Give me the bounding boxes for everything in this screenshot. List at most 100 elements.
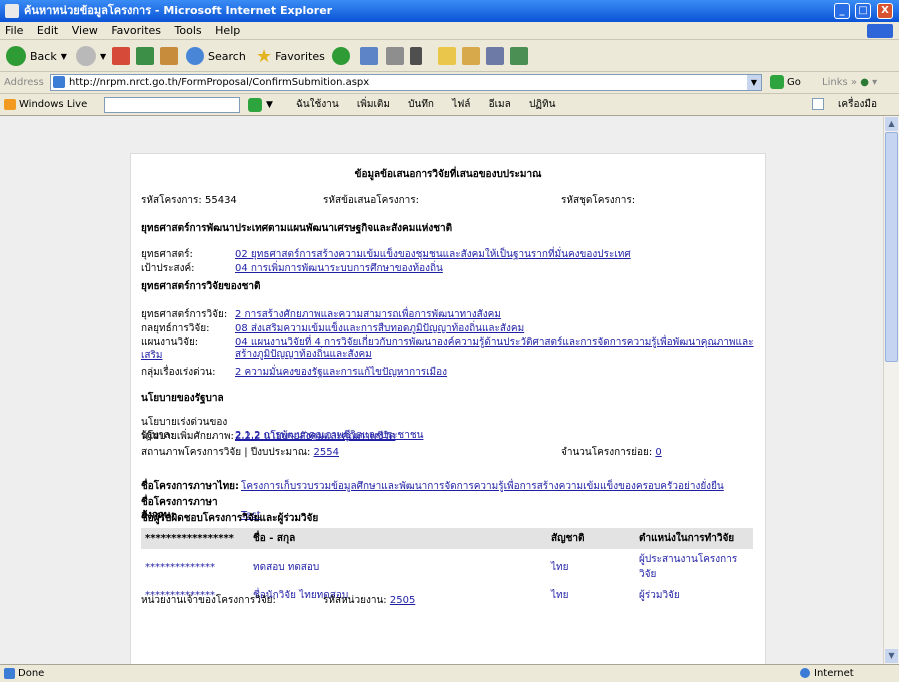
search-icon bbox=[186, 47, 204, 65]
agency-code: รหัสหน่วยงาน: 2505 bbox=[323, 594, 415, 607]
go-arrow-icon bbox=[770, 75, 784, 89]
table-header-row: ***************** ชื่อ - สกุล สัญชาติ ตำ… bbox=[141, 528, 753, 549]
maximize-button[interactable]: □ bbox=[855, 3, 871, 19]
research-button[interactable] bbox=[486, 45, 504, 67]
mail-icon bbox=[360, 47, 378, 65]
research-plan-link-2[interactable]: สร้างภูมิปัญญาท้องถิ่นและสังคม bbox=[235, 349, 372, 360]
search-label: Search bbox=[208, 49, 246, 63]
back-button[interactable]: Back ▼ bbox=[6, 45, 67, 67]
edit-icon bbox=[410, 47, 422, 65]
live-menu-item[interactable]: ฉันใช้งาน bbox=[296, 99, 339, 110]
subproject-count-value[interactable]: 0 bbox=[655, 447, 661, 458]
research-tactic-link[interactable]: 08 ส่งเสริมความเข้มแข็งและการสืบทอดภูมิป… bbox=[235, 323, 524, 334]
search-button[interactable]: Search bbox=[186, 45, 246, 67]
project-code-value: 55434 bbox=[204, 195, 237, 206]
policy-potential-label: นโยบายเพิ่มศักยภาพ: bbox=[141, 431, 234, 442]
goal-label: เป้าประสงค์: bbox=[141, 263, 195, 274]
address-input[interactable]: http://nrpm.nrct.go.th/FormProposal/Conf… bbox=[50, 74, 762, 91]
live-menu-item[interactable]: อีเมล bbox=[489, 99, 511, 110]
refresh-button[interactable] bbox=[136, 45, 154, 67]
checkbox-icon[interactable] bbox=[812, 98, 824, 110]
page-title: ข้อมูลข้อเสนอการวิจัยที่เสนอของบประมาณ bbox=[354, 169, 542, 180]
research-strategy-link[interactable]: 2 การสร้างศักยภาพและความสามารถเพื่อการพั… bbox=[235, 309, 501, 320]
menu-favorites[interactable]: Favorites bbox=[106, 22, 166, 40]
menu-bar: File Edit View Favorites Tools Help bbox=[0, 22, 899, 40]
forward-dropdown-icon[interactable]: ▼ bbox=[100, 52, 106, 61]
contacts-button[interactable] bbox=[510, 45, 528, 67]
stop-button[interactable] bbox=[112, 45, 130, 67]
edit-button[interactable] bbox=[410, 45, 422, 67]
scroll-up-icon[interactable]: ▲ bbox=[885, 117, 898, 131]
page-icon bbox=[53, 76, 65, 88]
messenger-button[interactable] bbox=[462, 45, 480, 67]
favorites-button[interactable]: ★ Favorites bbox=[256, 45, 325, 67]
personnel-heading: ชื่อผู้รับผิดชอบโครงการวิจัยและผู้ร่วมวิ… bbox=[141, 513, 319, 524]
menu-tools[interactable]: Tools bbox=[170, 22, 207, 40]
menu-view[interactable]: View bbox=[67, 22, 103, 40]
thai-name-link[interactable]: โครงการเก็บรวบรวมข้อมูลศึกษาและพัฒนาการจ… bbox=[241, 481, 724, 492]
mail-button[interactable] bbox=[360, 45, 378, 67]
close-button[interactable]: X bbox=[877, 3, 893, 19]
agency-code-label: รหัสหน่วยงาน: bbox=[323, 595, 387, 606]
contacts-icon bbox=[510, 47, 528, 65]
vertical-scrollbar[interactable]: ▲ ▼ bbox=[883, 116, 899, 664]
window-title: ค้นหาหน่วยข้อมูลโครงการ - Microsoft Inte… bbox=[24, 4, 333, 17]
windows-live-text: Windows Live bbox=[19, 99, 88, 110]
status-row: สถานภาพโครงการวิจัย | ปีงบประมาณ: 2554 จ… bbox=[141, 446, 755, 459]
research-heading: ยุทธศาสตร์การวิจัยของชาติ bbox=[141, 281, 261, 292]
menu-file[interactable]: File bbox=[0, 22, 28, 40]
table-cell-name[interactable]: ทดสอบ ทดสอบ bbox=[249, 549, 547, 585]
table-header: ***************** bbox=[141, 528, 249, 549]
ie-app-icon bbox=[5, 4, 19, 18]
policy-potential-link[interactable]: 2.2.2 นโยบายสังคมและคุณภาพชีวิต bbox=[235, 431, 395, 442]
table-row: ************** ทดสอบ ทดสอบ ไทย ผู้ประสาน… bbox=[141, 549, 753, 585]
address-dropdown-icon[interactable]: ▼ bbox=[747, 75, 761, 90]
scroll-down-icon[interactable]: ▼ bbox=[885, 649, 898, 663]
windows-live-toolbar: Windows Live ▼ ฉันใช้งาน เพิ่มเติม บันทึ… bbox=[0, 94, 899, 116]
forward-button[interactable]: ▼ bbox=[76, 45, 106, 67]
page-viewport: ข้อมูลข้อเสนอการวิจัยที่เสนอของบประมาณ ร… bbox=[0, 116, 883, 664]
research-tactic-row: กลยุทธ์การวิจัย: 08 ส่งเสริมความเข้มแข็งแ… bbox=[141, 322, 755, 335]
strategy-row: ยุทธศาสตร์: 02 ยุทธศาสตร์การสร้างความเข้ม… bbox=[141, 248, 755, 261]
live-menu-item[interactable]: ปฏิทิน bbox=[529, 99, 556, 110]
back-arrow-icon bbox=[6, 46, 26, 66]
go-button[interactable]: Go bbox=[770, 75, 801, 91]
links-label[interactable]: Links » ● ▾ bbox=[822, 72, 877, 94]
table-cell-role: ผู้ประสานงานโครงการวิจัย bbox=[639, 554, 738, 580]
strategy-label: ยุทธศาสตร์: bbox=[141, 249, 193, 260]
live-search-dropdown-icon[interactable]: ▼ bbox=[266, 97, 273, 113]
history-button[interactable] bbox=[332, 45, 350, 67]
address-bar: Address http://nrpm.nrct.go.th/FormPropo… bbox=[0, 72, 899, 94]
windows-live-logo[interactable]: Windows Live bbox=[4, 94, 87, 116]
standard-toolbar: Back ▼ ▼ Search ★ Favorites bbox=[0, 40, 899, 72]
window-title-bar: ค้นหาหน่วยข้อมูลโครงการ - Microsoft Inte… bbox=[0, 0, 899, 22]
agency-code-link[interactable]: 2505 bbox=[390, 595, 415, 606]
menu-edit[interactable]: Edit bbox=[32, 22, 63, 40]
live-menu-item[interactable]: เพิ่มเติม bbox=[357, 99, 390, 110]
scroll-thumb[interactable] bbox=[885, 132, 898, 362]
live-tools[interactable]: เครื่องมือ bbox=[812, 94, 877, 116]
minimize-button[interactable]: _ bbox=[834, 3, 850, 19]
live-search-input[interactable] bbox=[104, 97, 240, 113]
research-strategy-row: ยุทธศาสตร์การวิจัย: 2 การสร้างศักยภาพและค… bbox=[141, 308, 755, 321]
live-menu-item[interactable]: ไฟล์ bbox=[452, 99, 470, 110]
research-urgent-link[interactable]: 2 ความมั่นคงของรัฐและการแก้ไขปัญหาการเมื… bbox=[235, 367, 447, 378]
status-bar: Done Internet bbox=[0, 664, 899, 682]
favorites-star-icon: ★ bbox=[256, 45, 273, 67]
table-header: ตำแหน่งในการทำวิจัย bbox=[635, 528, 753, 549]
folder-button[interactable] bbox=[438, 45, 456, 67]
zone-label: Internet bbox=[814, 668, 854, 679]
globe-icon bbox=[800, 668, 810, 678]
folder-icon bbox=[438, 47, 456, 65]
home-button[interactable] bbox=[160, 45, 178, 67]
goal-link[interactable]: 04 การเพิ่มการพัฒนาระบบการศึกษาของท้องถิ… bbox=[235, 263, 443, 274]
strategy-link[interactable]: 02 ยุทธศาสตร์การสร้างความเข้มแข็งของชุมช… bbox=[235, 249, 631, 260]
print-button[interactable] bbox=[386, 45, 404, 67]
status-year-link[interactable]: 2554 bbox=[314, 447, 339, 458]
live-menu-item[interactable]: บันทึก bbox=[408, 99, 434, 110]
back-dropdown-icon[interactable]: ▼ bbox=[61, 52, 67, 61]
live-search-button[interactable] bbox=[248, 98, 262, 112]
security-zone: Internet bbox=[800, 665, 854, 682]
menu-help[interactable]: Help bbox=[210, 22, 245, 40]
proposal-code-label: รหัสข้อเสนอโครงการ: bbox=[323, 195, 419, 206]
